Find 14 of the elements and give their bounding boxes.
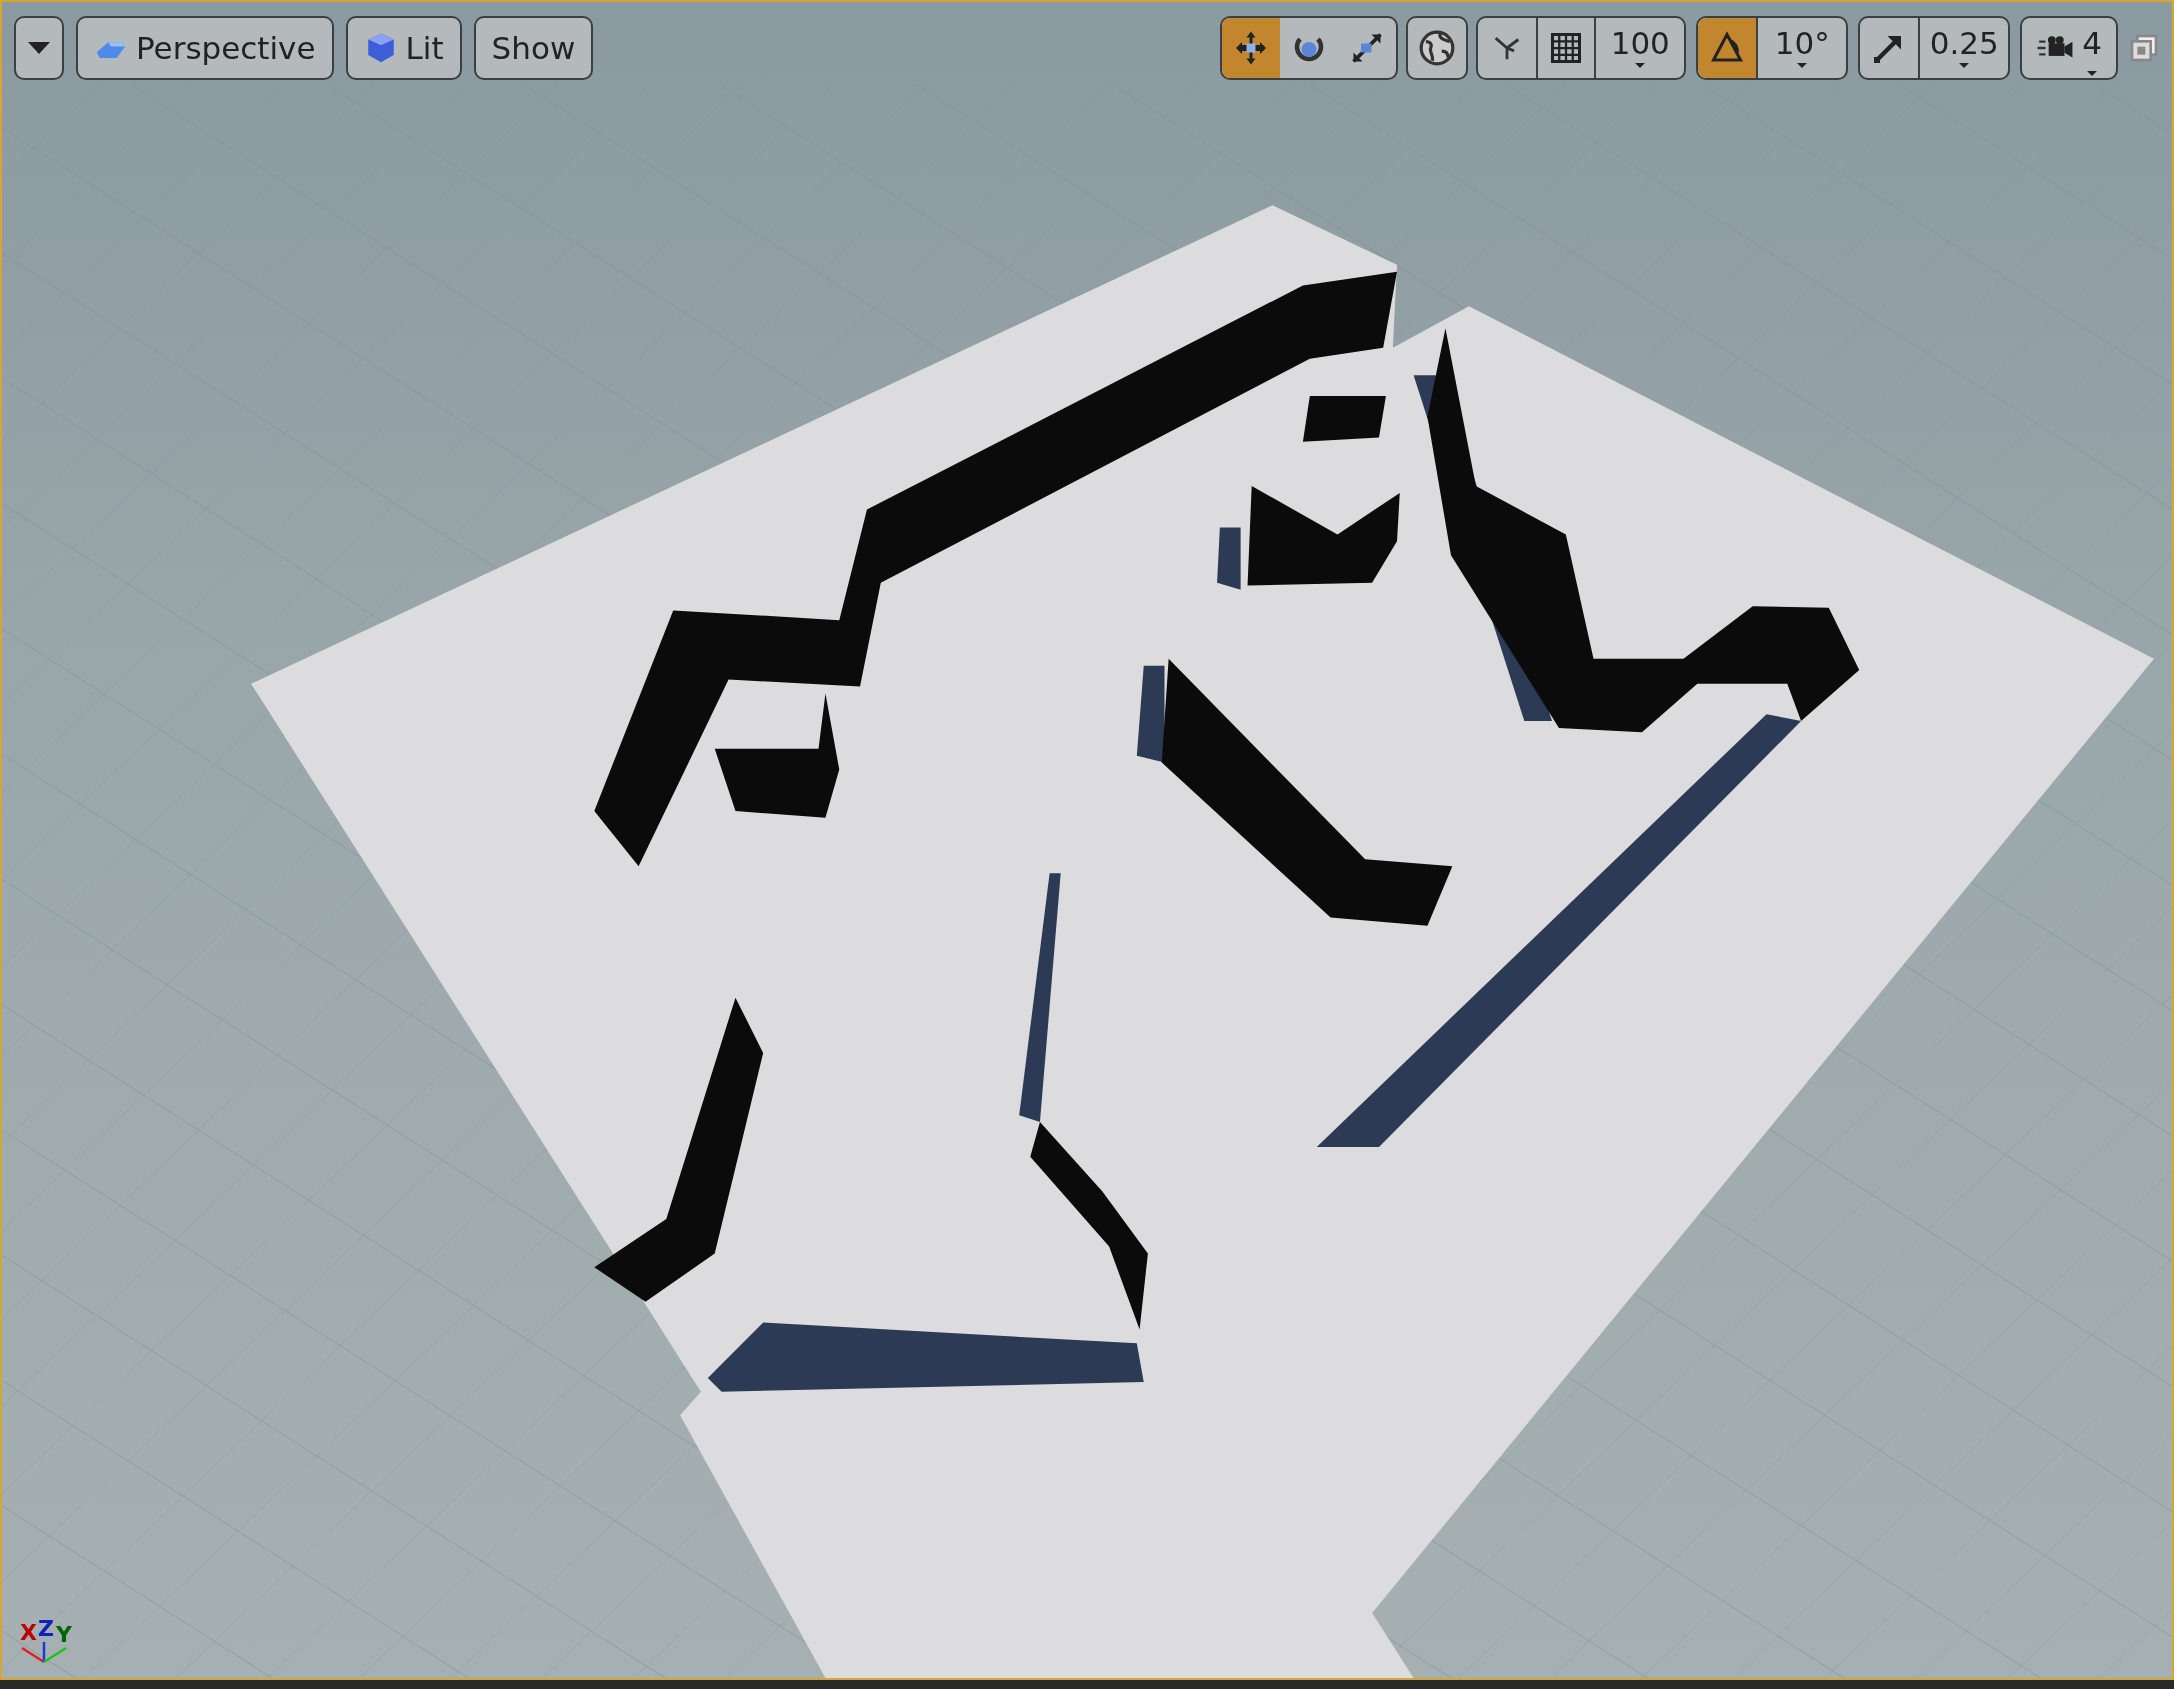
axis-label: Y (56, 1621, 72, 1649)
rotation-snap-toggle[interactable] (1698, 18, 1757, 78)
coordinate-space-button[interactable] (1406, 16, 1469, 80)
caret-down-icon (28, 42, 50, 54)
axis-label: X (20, 1619, 37, 1647)
show-button[interactable]: Show (473, 16, 594, 80)
globe-icon (1418, 29, 1457, 67)
view-options-button[interactable] (14, 16, 64, 80)
restore-window-icon (2128, 32, 2160, 64)
camera-speed-dropdown[interactable]: 4 (2020, 16, 2118, 80)
axis-label: Z (38, 1615, 54, 1643)
translate-tool-button[interactable] (1222, 18, 1281, 78)
lit-button[interactable]: Lit (345, 16, 462, 80)
perspective-button[interactable]: Perspective (76, 16, 334, 80)
